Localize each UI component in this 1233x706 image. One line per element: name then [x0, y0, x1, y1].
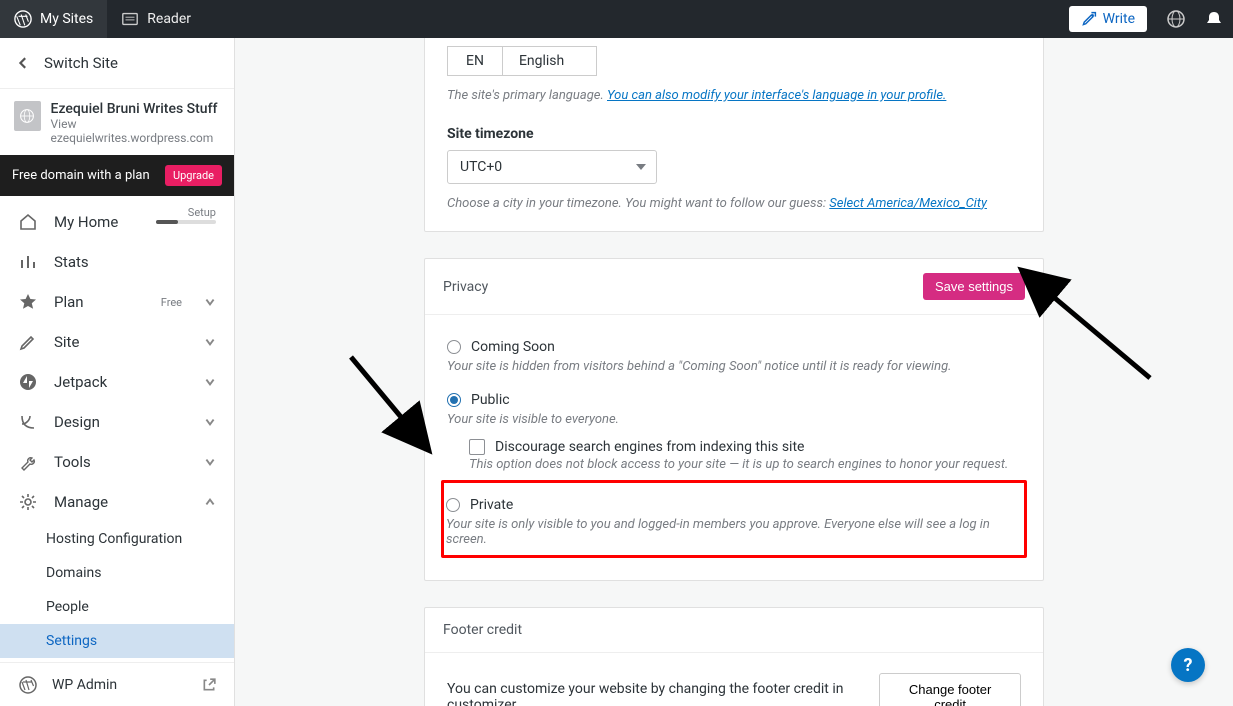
radio-icon [446, 498, 460, 512]
sidebar-sub-settings[interactable]: Settings [0, 624, 234, 658]
radio-coming-soon[interactable]: Coming Soon [447, 333, 1021, 357]
sidebar-item-label: Plan [54, 293, 147, 311]
sidebar-item-site[interactable]: Site [0, 322, 234, 362]
chevron-down-icon [204, 416, 216, 428]
timezone-label: Site timezone [447, 126, 1021, 142]
nav-my-sites[interactable]: My Sites [0, 0, 107, 38]
highlight-private: Private Your site is only visible to you… [441, 480, 1027, 558]
checkbox-discourage[interactable]: Discourage search engines from indexing … [469, 439, 1021, 455]
site-card[interactable]: Ezequiel Bruni Writes Stuff View ezequie… [0, 89, 234, 155]
footer-credit-desc: You can customize your website by changi… [447, 681, 879, 706]
language-name[interactable]: English [502, 46, 597, 76]
sidebar-item-home[interactable]: My Home Setup [0, 202, 234, 242]
radio-icon [447, 340, 461, 354]
help-icon: ? [1184, 655, 1193, 676]
language-code[interactable]: EN [447, 46, 502, 76]
gear-icon [18, 492, 40, 512]
public-desc: Your site is visible to everyone. [447, 412, 1021, 427]
wordpress-icon [14, 10, 32, 28]
admin-bar: My Sites Reader Write [0, 0, 1233, 38]
language-help: The site's primary language. You can als… [447, 86, 1021, 106]
chevron-down-icon [204, 376, 216, 388]
sidebar-sub-domains[interactable]: Domains [0, 556, 234, 590]
save-settings-button[interactable]: Save settings [923, 273, 1025, 300]
chevron-down-icon [204, 456, 216, 468]
plan-meta: Free [161, 296, 182, 309]
privacy-title: Privacy [443, 279, 488, 295]
jetpack-icon [18, 372, 40, 392]
private-desc: Your site is only visible to you and log… [446, 517, 1022, 547]
sidebar-item-design[interactable]: Design [0, 402, 234, 442]
sidebar-item-label: Manage [54, 493, 190, 511]
reader-icon [121, 10, 139, 28]
globe-icon[interactable] [1157, 0, 1195, 38]
site-name: Ezequiel Bruni Writes Stuff [51, 101, 220, 117]
upgrade-button[interactable]: Upgrade [165, 165, 222, 186]
timezone-suggest-link[interactable]: Select America/Mexico_City [829, 196, 987, 211]
card-privacy: Privacy Save settings Coming Soon Your s… [424, 258, 1044, 581]
language-profile-link[interactable]: You can also modify your interface's lan… [607, 88, 946, 103]
card-footer-credit: Footer credit You can customize your web… [424, 607, 1044, 706]
stats-icon [18, 252, 40, 272]
nav-reader-label: Reader [147, 11, 191, 27]
coming-soon-desc: Your site is hidden from visitors behind… [447, 359, 1021, 374]
chevron-down-icon [204, 336, 216, 348]
chevron-left-icon [18, 57, 30, 69]
external-link-icon [202, 678, 216, 692]
radio-icon [447, 393, 461, 407]
discourage-label: Discourage search engines from indexing … [495, 439, 804, 455]
nav-my-sites-label: My Sites [40, 11, 93, 27]
sidebar-nav: My Home Setup Stats Plan Free Site Jetpa… [0, 196, 234, 706]
manage-subnav: Hosting Configuration Domains People Set… [0, 522, 234, 658]
sidebar-item-stats[interactable]: Stats [0, 242, 234, 282]
setup-label: Setup [188, 206, 216, 219]
radio-public[interactable]: Public [447, 386, 1021, 410]
pencil-icon [18, 332, 40, 352]
setup-progress [156, 220, 216, 224]
sidebar-item-manage[interactable]: Manage [0, 482, 234, 522]
sidebar-item-plan[interactable]: Plan Free [0, 282, 234, 322]
design-icon [18, 412, 40, 432]
sidebar-item-tools[interactable]: Tools [0, 442, 234, 482]
site-thumb-icon [14, 101, 41, 131]
domain-banner: Free domain with a plan Upgrade [0, 155, 234, 196]
card-general: EN English The site's primary language. … [424, 38, 1044, 232]
radio-private[interactable]: Private [446, 491, 1022, 515]
sidebar-item-label: Tools [54, 453, 190, 471]
main-content: EN English The site's primary language. … [235, 38, 1233, 706]
sidebar-item-label: Stats [54, 253, 216, 271]
domain-banner-text: Free domain with a plan [12, 168, 150, 183]
write-label: Write [1103, 11, 1135, 27]
discourage-desc: This option does not block access to you… [469, 457, 1021, 472]
wrench-icon [18, 452, 40, 472]
sidebar-item-wpadmin[interactable]: WP Admin [0, 662, 234, 706]
wordpress-icon [18, 675, 38, 695]
chevron-down-icon [204, 296, 216, 308]
star-icon [18, 292, 40, 312]
nav-reader[interactable]: Reader [107, 0, 205, 38]
home-icon [18, 212, 40, 232]
sidebar-item-label: Jetpack [54, 373, 190, 391]
footer-credit-title: Footer credit [443, 622, 522, 638]
sidebar-sub-hosting[interactable]: Hosting Configuration [0, 522, 234, 556]
timezone-value: UTC+0 [460, 159, 502, 175]
chevron-up-icon [204, 496, 216, 508]
sidebar: Switch Site Ezequiel Bruni Writes Stuff … [0, 38, 235, 706]
notification-icon[interactable] [1195, 0, 1233, 38]
help-button[interactable]: ? [1171, 648, 1205, 682]
timezone-help: Choose a city in your timezone. You migh… [447, 194, 1021, 214]
site-url: View ezequielwrites.wordpress.com [51, 117, 220, 145]
switch-site[interactable]: Switch Site [0, 38, 234, 89]
switch-site-label: Switch Site [44, 54, 118, 72]
sidebar-item-label: Site [54, 333, 190, 351]
sidebar-item-label: WP Admin [52, 677, 117, 693]
change-footer-button[interactable]: Change footer credit [879, 673, 1021, 706]
sidebar-item-label: Design [54, 413, 190, 431]
checkbox-icon [469, 439, 485, 455]
sidebar-item-jetpack[interactable]: Jetpack [0, 362, 234, 402]
timezone-select[interactable]: UTC+0 [447, 150, 657, 184]
sidebar-sub-people[interactable]: People [0, 590, 234, 624]
write-button[interactable]: Write [1069, 6, 1147, 32]
write-icon [1081, 11, 1097, 27]
